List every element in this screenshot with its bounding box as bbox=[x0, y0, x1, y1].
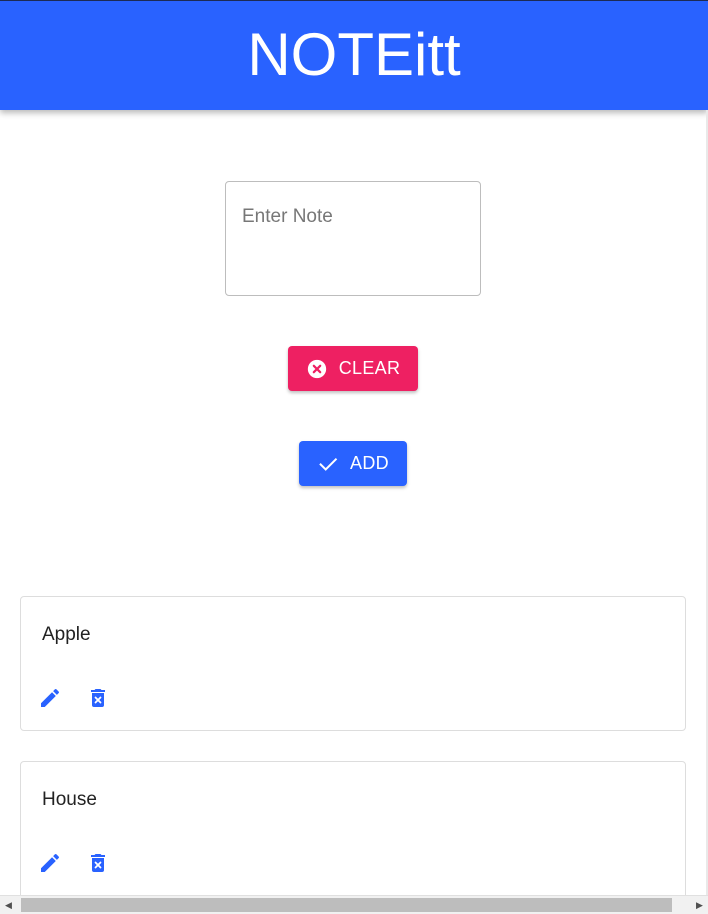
pencil-icon[interactable] bbox=[37, 685, 63, 711]
clear-button[interactable]: CLEAR bbox=[288, 346, 418, 391]
trash-icon[interactable] bbox=[85, 850, 111, 876]
horizontal-scrollbar[interactable]: ◀ ▶ bbox=[0, 895, 708, 914]
check-icon bbox=[317, 453, 339, 475]
cancel-circle-icon bbox=[306, 358, 328, 380]
add-button-label: ADD bbox=[350, 453, 389, 473]
pencil-icon[interactable] bbox=[37, 850, 63, 876]
note-card: House bbox=[20, 761, 686, 911]
app-title: NOTEitt bbox=[247, 21, 461, 88]
scrollbar-thumb[interactable] bbox=[21, 898, 672, 912]
scroll-right-arrow-icon[interactable]: ▶ bbox=[691, 896, 708, 914]
note-card: Apple bbox=[20, 596, 686, 731]
note-actions bbox=[37, 685, 111, 711]
note-input[interactable] bbox=[225, 181, 481, 296]
add-button[interactable]: ADD bbox=[299, 441, 407, 486]
scroll-left-arrow-icon[interactable]: ◀ bbox=[0, 896, 17, 914]
note-text: Apple bbox=[42, 624, 91, 645]
note-text: House bbox=[42, 789, 97, 810]
trash-icon[interactable] bbox=[85, 685, 111, 711]
clear-button-label: CLEAR bbox=[338, 358, 401, 378]
note-actions bbox=[37, 850, 111, 876]
app-header: NOTEitt bbox=[0, 0, 708, 110]
